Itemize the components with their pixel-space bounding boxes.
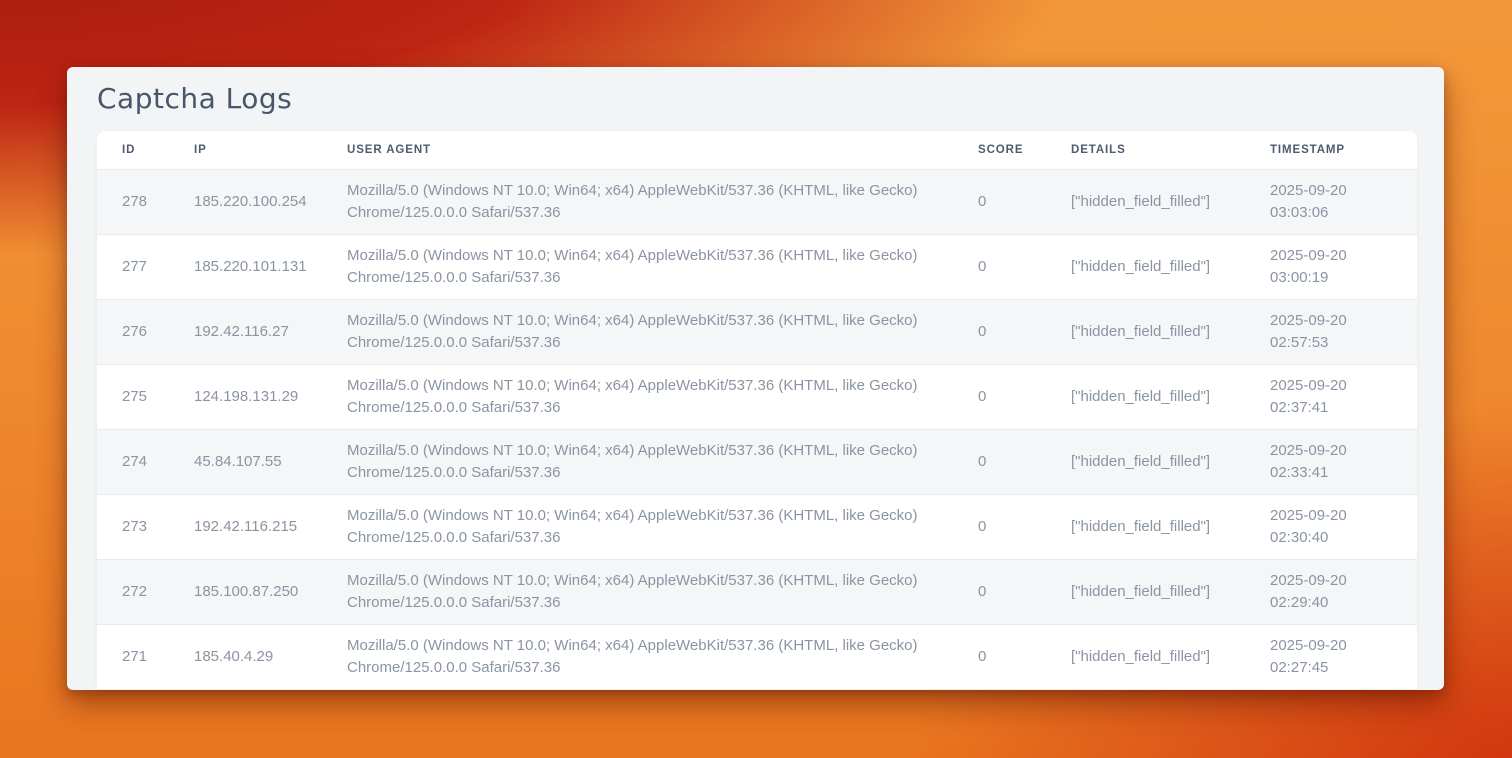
captcha-logs-panel: Captcha Logs ID IP USER AGENT SCORE DETA…	[67, 67, 1444, 690]
cell-ip: 192.42.116.215	[169, 494, 322, 559]
cell-details: ["hidden_field_filled"]	[1046, 429, 1245, 494]
cell-user-agent: Mozilla/5.0 (Windows NT 10.0; Win64; x64…	[322, 169, 953, 234]
cell-timestamp: 2025-09-20 03:03:06	[1245, 169, 1417, 234]
page-background: { "page": { "title": "Captcha Logs" }, "…	[0, 0, 1512, 758]
cell-timestamp: 2025-09-20 02:29:40	[1245, 559, 1417, 624]
cell-score: 0	[953, 364, 1046, 429]
cell-id: 274	[97, 429, 169, 494]
cell-user-agent: Mozilla/5.0 (Windows NT 10.0; Win64; x64…	[322, 494, 953, 559]
cell-timestamp: 2025-09-20 03:00:19	[1245, 234, 1417, 299]
column-header-score: SCORE	[953, 131, 1046, 169]
cell-details: ["hidden_field_filled"]	[1046, 169, 1245, 234]
cell-details: ["hidden_field_filled"]	[1046, 299, 1245, 364]
cell-timestamp: 2025-09-20 02:33:41	[1245, 429, 1417, 494]
cell-ip: 45.84.107.55	[169, 429, 322, 494]
cell-ip: 185.220.100.254	[169, 169, 322, 234]
cell-details: ["hidden_field_filled"]	[1046, 234, 1245, 299]
cell-ip: 185.40.4.29	[169, 624, 322, 689]
cell-ip: 192.42.116.27	[169, 299, 322, 364]
table-header: ID IP USER AGENT SCORE DETAILS TIMESTAMP	[97, 131, 1417, 169]
table-row: 274 45.84.107.55 Mozilla/5.0 (Windows NT…	[97, 429, 1417, 494]
cell-id: 271	[97, 624, 169, 689]
table-row: 278 185.220.100.254 Mozilla/5.0 (Windows…	[97, 169, 1417, 234]
table-body: 278 185.220.100.254 Mozilla/5.0 (Windows…	[97, 169, 1417, 689]
table-row: 275 124.198.131.29 Mozilla/5.0 (Windows …	[97, 364, 1417, 429]
cell-id: 276	[97, 299, 169, 364]
cell-score: 0	[953, 559, 1046, 624]
cell-timestamp: 2025-09-20 02:27:45	[1245, 624, 1417, 689]
table-row: 277 185.220.101.131 Mozilla/5.0 (Windows…	[97, 234, 1417, 299]
page-title: Captcha Logs	[97, 79, 1415, 119]
cell-user-agent: Mozilla/5.0 (Windows NT 10.0; Win64; x64…	[322, 299, 953, 364]
column-header-timestamp: TIMESTAMP	[1245, 131, 1417, 169]
cell-timestamp: 2025-09-20 02:37:41	[1245, 364, 1417, 429]
cell-id: 273	[97, 494, 169, 559]
cell-user-agent: Mozilla/5.0 (Windows NT 10.0; Win64; x64…	[322, 429, 953, 494]
cell-user-agent: Mozilla/5.0 (Windows NT 10.0; Win64; x64…	[322, 624, 953, 689]
cell-score: 0	[953, 299, 1046, 364]
cell-details: ["hidden_field_filled"]	[1046, 624, 1245, 689]
cell-user-agent: Mozilla/5.0 (Windows NT 10.0; Win64; x64…	[322, 364, 953, 429]
cell-timestamp: 2025-09-20 02:57:53	[1245, 299, 1417, 364]
cell-ip: 185.100.87.250	[169, 559, 322, 624]
cell-timestamp: 2025-09-20 02:30:40	[1245, 494, 1417, 559]
cell-details: ["hidden_field_filled"]	[1046, 364, 1245, 429]
cell-id: 275	[97, 364, 169, 429]
column-header-ip: IP	[169, 131, 322, 169]
cell-user-agent: Mozilla/5.0 (Windows NT 10.0; Win64; x64…	[322, 234, 953, 299]
table-header-row: ID IP USER AGENT SCORE DETAILS TIMESTAMP	[97, 131, 1417, 169]
cell-ip: 185.220.101.131	[169, 234, 322, 299]
table-row: 276 192.42.116.27 Mozilla/5.0 (Windows N…	[97, 299, 1417, 364]
cell-score: 0	[953, 429, 1046, 494]
cell-id: 278	[97, 169, 169, 234]
cell-score: 0	[953, 624, 1046, 689]
cell-score: 0	[953, 169, 1046, 234]
cell-id: 272	[97, 559, 169, 624]
cell-score: 0	[953, 234, 1046, 299]
cell-score: 0	[953, 494, 1046, 559]
table-row: 272 185.100.87.250 Mozilla/5.0 (Windows …	[97, 559, 1417, 624]
cell-id: 277	[97, 234, 169, 299]
column-header-id: ID	[97, 131, 169, 169]
cell-details: ["hidden_field_filled"]	[1046, 559, 1245, 624]
cell-details: ["hidden_field_filled"]	[1046, 494, 1245, 559]
table-row: 271 185.40.4.29 Mozilla/5.0 (Windows NT …	[97, 624, 1417, 689]
table-row: 273 192.42.116.215 Mozilla/5.0 (Windows …	[97, 494, 1417, 559]
column-header-details: DETAILS	[1046, 131, 1245, 169]
captcha-logs-table: ID IP USER AGENT SCORE DETAILS TIMESTAMP…	[97, 131, 1417, 689]
cell-ip: 124.198.131.29	[169, 364, 322, 429]
cell-user-agent: Mozilla/5.0 (Windows NT 10.0; Win64; x64…	[322, 559, 953, 624]
column-header-user-agent: USER AGENT	[322, 131, 953, 169]
